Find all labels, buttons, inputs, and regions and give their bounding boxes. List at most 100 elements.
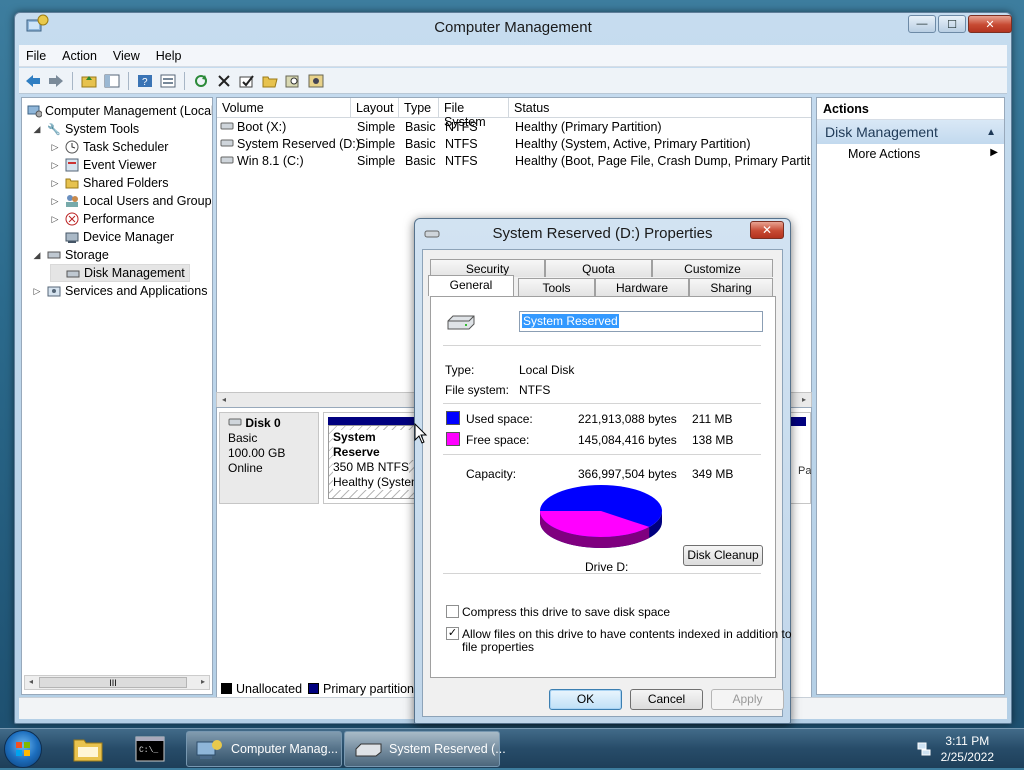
- system-reserved-partition[interactable]: System Reserve 350 MB NTFS Healthy (Syst…: [328, 425, 428, 499]
- tab-tools[interactable]: Tools: [518, 278, 595, 296]
- volume-row[interactable]: System Reserved (D:) Simple Basic NTFS H…: [217, 136, 811, 153]
- search-icon[interactable]: [283, 71, 303, 91]
- svg-text:C:\_: C:\_: [139, 746, 158, 755]
- delete-icon[interactable]: [214, 71, 234, 91]
- tree-item-event-viewer[interactable]: ▷ Event Viewer: [50, 156, 157, 174]
- column-header-status[interactable]: Status: [509, 98, 811, 118]
- menu-file[interactable]: File: [19, 47, 53, 65]
- tree-item-label: Shared Folders: [83, 176, 169, 190]
- network-icon[interactable]: [916, 741, 932, 757]
- tree-scroll-thumb[interactable]: III: [39, 677, 187, 688]
- disk-cleanup-button[interactable]: Disk Cleanup: [683, 545, 763, 566]
- tree-root[interactable]: Computer Management (Local: [26, 102, 212, 120]
- tree-item-device-manager[interactable]: Device Manager: [50, 228, 174, 246]
- command-prompt-pinned[interactable]: C:\_: [122, 731, 178, 767]
- refresh-icon[interactable]: [191, 71, 211, 91]
- expand-arrow-icon[interactable]: ▷: [50, 214, 60, 225]
- system-clock[interactable]: 3:11 PM 2/25/2022: [941, 733, 994, 765]
- used-space-bytes: 221,913,088 bytes: [578, 412, 677, 426]
- volume-row[interactable]: Win 8.1 (C:) Simple Basic NTFS Healthy (…: [217, 153, 811, 170]
- expand-arrow-icon[interactable]: ▷: [50, 142, 60, 153]
- column-header-volume[interactable]: Volume: [217, 98, 351, 118]
- actions-section-disk-management[interactable]: Disk Management ▲: [817, 120, 1004, 144]
- up-folder-icon[interactable]: [79, 71, 99, 91]
- ok-button[interactable]: OK: [549, 689, 622, 710]
- tab-general[interactable]: General: [428, 275, 514, 296]
- toolbar: ?: [19, 68, 1007, 94]
- file-system-value: NTFS: [519, 383, 551, 397]
- taskbar-system-reserved-properties[interactable]: System Reserved (...: [344, 731, 506, 767]
- minimize-button[interactable]: —: [908, 15, 936, 33]
- tree-item-task-scheduler[interactable]: ▷ Task Scheduler: [50, 138, 169, 156]
- tree-item-storage[interactable]: ◢ Storage: [32, 246, 109, 264]
- check-icon[interactable]: [237, 71, 257, 91]
- scroll-left-icon[interactable]: ◂: [29, 677, 33, 686]
- volume-row[interactable]: Boot (X:) Simple Basic NTFS Healthy (Pri…: [217, 119, 811, 136]
- drive-letter-label: Drive D:: [585, 560, 629, 574]
- collapse-up-icon[interactable]: ▲: [986, 127, 996, 138]
- tree-item-shared-folders[interactable]: ▷ Shared Folders: [50, 174, 169, 192]
- tab-customize[interactable]: Customize: [652, 259, 773, 277]
- help-icon[interactable]: ?: [135, 71, 155, 91]
- scroll-right-icon[interactable]: ▸: [201, 677, 205, 686]
- tree-horizontal-scrollbar[interactable]: ◂ III ▸: [24, 675, 210, 690]
- open-folder-icon[interactable]: [260, 71, 280, 91]
- column-header-file-system[interactable]: File System: [439, 98, 509, 129]
- taskbar-computer-management[interactable]: Computer Manag...: [186, 731, 342, 767]
- disk-type: Basic: [228, 431, 258, 445]
- tab-sharing[interactable]: Sharing: [689, 278, 773, 296]
- close-button[interactable]: ✕: [968, 15, 1012, 33]
- column-header-layout[interactable]: Layout: [351, 98, 399, 118]
- expand-arrow-icon[interactable]: ▷: [50, 196, 60, 207]
- scroll-right-icon[interactable]: ▸: [802, 395, 806, 404]
- index-label-line-1: Allow files on this drive to have conten…: [462, 627, 792, 641]
- cancel-button[interactable]: Cancel: [630, 689, 703, 710]
- capacity-bytes: 366,997,504 bytes: [578, 467, 677, 481]
- volume-status: Healthy (Boot, Page File, Crash Dump, Pr…: [515, 154, 812, 168]
- clock-time: 3:11 PM: [945, 734, 990, 748]
- properties-icon[interactable]: [158, 71, 178, 91]
- apply-button[interactable]: Apply: [711, 689, 784, 710]
- drive-large-icon: [447, 315, 475, 330]
- tab-quota[interactable]: Quota: [545, 259, 652, 277]
- tab-hardware[interactable]: Hardware: [595, 278, 689, 296]
- compress-checkbox[interactable]: [446, 605, 459, 618]
- show-hide-tree-icon[interactable]: [102, 71, 122, 91]
- file-explorer-pinned[interactable]: [60, 731, 116, 767]
- more-actions-item[interactable]: More Actions ▶: [817, 144, 1004, 161]
- index-checkbox[interactable]: ✓: [446, 627, 459, 640]
- divider: [443, 403, 761, 404]
- forward-arrow-icon[interactable]: [46, 71, 66, 91]
- collapse-arrow-icon[interactable]: ◢: [32, 250, 42, 261]
- dialog-close-button[interactable]: ✕: [750, 221, 784, 239]
- start-button[interactable]: [4, 730, 42, 768]
- expand-arrow-icon[interactable]: ▷: [50, 160, 60, 171]
- expand-arrow-icon[interactable]: ▷: [50, 178, 60, 189]
- tree-item-system-tools[interactable]: ◢ 🔧 System Tools: [32, 120, 140, 138]
- tree-item-performance[interactable]: ▷ Performance: [50, 210, 155, 228]
- free-space-label: Free space:: [466, 433, 530, 447]
- capacity-mb: 349 MB: [692, 467, 734, 481]
- disk-usage-pie-chart: [540, 485, 662, 548]
- volume-status: Healthy (System, Active, Primary Partiti…: [515, 137, 751, 151]
- menu-help[interactable]: Help: [149, 47, 189, 65]
- menu-view[interactable]: View: [106, 47, 147, 65]
- menu-action[interactable]: Action: [55, 47, 104, 65]
- window-title: Computer Management: [434, 19, 592, 36]
- tree-item-disk-management[interactable]: Disk Management: [50, 264, 190, 282]
- collapse-arrow-icon[interactable]: ◢: [32, 124, 42, 135]
- tree-item-services-applications[interactable]: ▷ Services and Applications: [32, 282, 208, 300]
- disk-icon: [228, 416, 242, 430]
- volume-layout: Simple: [357, 154, 396, 168]
- tree-item-label: Task Scheduler: [83, 140, 169, 154]
- expand-arrow-icon[interactable]: ▷: [32, 286, 42, 297]
- drive-name-input[interactable]: System Reserved: [519, 311, 763, 332]
- column-header-type[interactable]: Type: [399, 98, 439, 118]
- menu-bar: File Action View Help: [19, 45, 1007, 67]
- tree-item-local-users[interactable]: ▷ Local Users and Groups: [50, 192, 212, 210]
- settings-icon[interactable]: [306, 71, 326, 91]
- back-arrow-icon[interactable]: [23, 71, 43, 91]
- maximize-button[interactable]: ☐: [938, 15, 966, 33]
- disk-info-box[interactable]: Disk 0 Basic 100.00 GB Online: [219, 412, 319, 504]
- scroll-left-icon[interactable]: ◂: [222, 395, 226, 404]
